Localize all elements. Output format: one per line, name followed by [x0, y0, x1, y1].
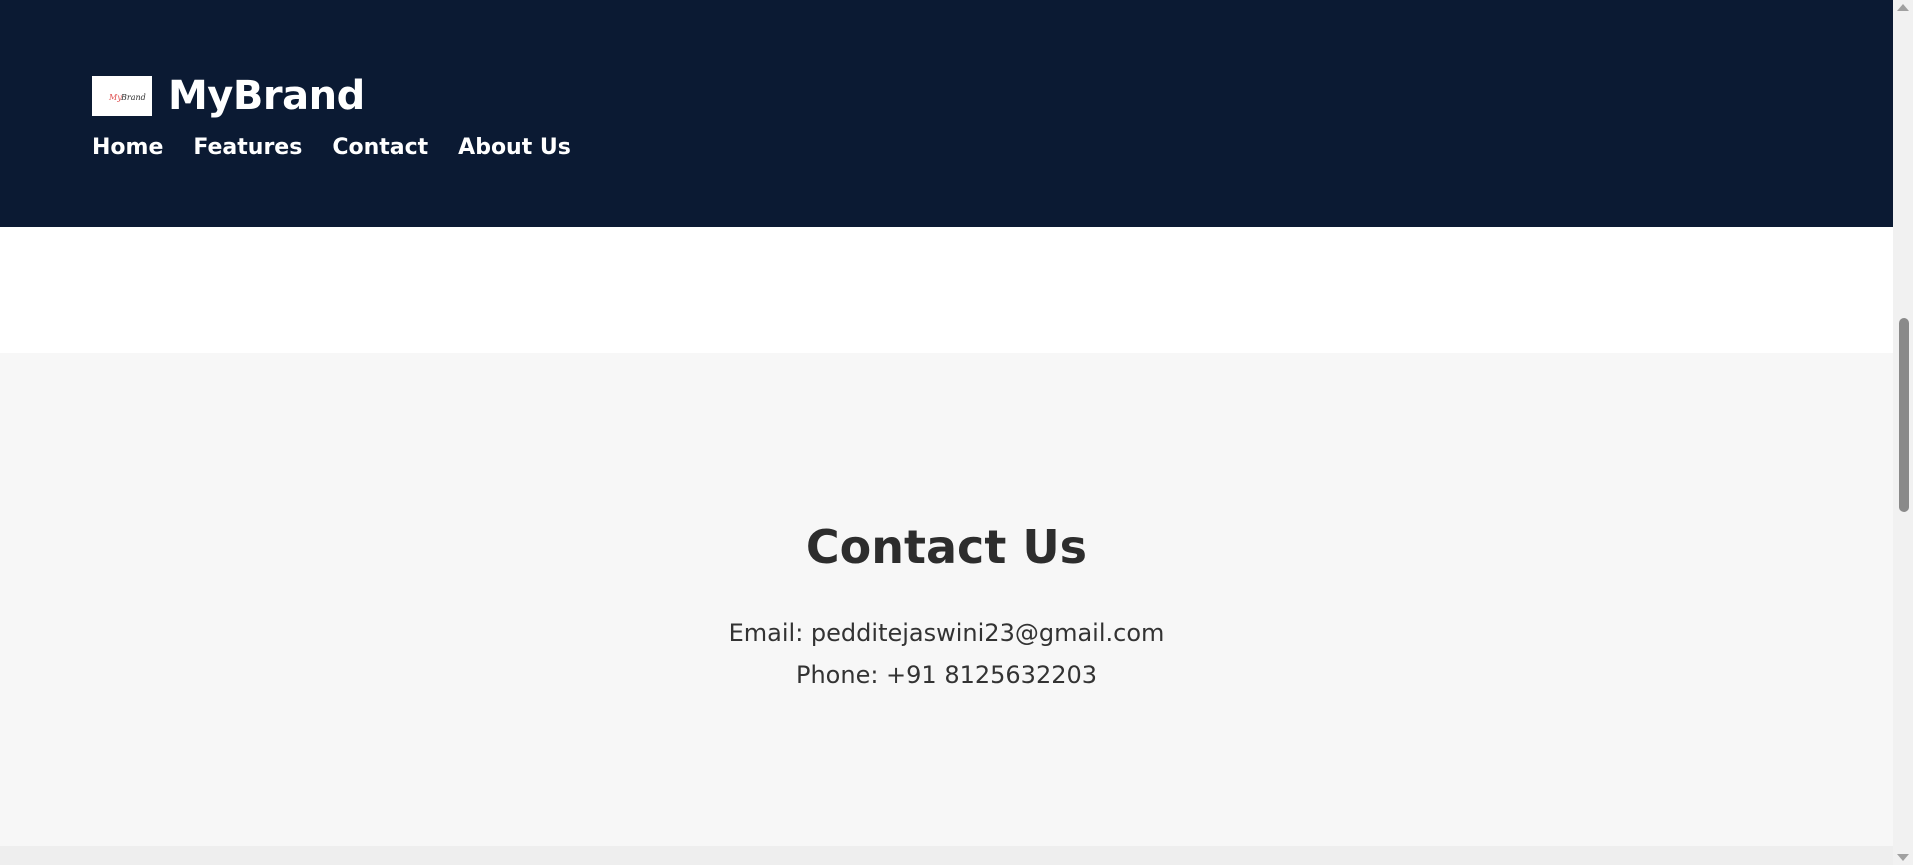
brand-name[interactable]: MyBrand	[168, 70, 365, 122]
brand[interactable]: My Brand MyBrand	[92, 70, 365, 122]
scroll-thumb[interactable]	[1899, 318, 1909, 512]
site-header: My Brand MyBrand Home Features Contact A…	[0, 0, 1893, 227]
nav-item-home[interactable]: Home	[92, 132, 163, 164]
contact-email: Email: pedditejaswini23@gmail.com	[728, 619, 1165, 647]
nav-item-about-us[interactable]: About Us	[458, 132, 571, 164]
scroll-down-arrow-icon[interactable]	[1897, 854, 1909, 861]
browser-viewport: My Brand MyBrand Home Features Contact A…	[0, 0, 1913, 865]
vertical-scrollbar[interactable]	[1893, 0, 1913, 865]
brand-logo-graphic: My Brand	[108, 93, 146, 102]
main-nav: Home Features Contact About Us	[92, 132, 601, 164]
svg-text:Brand: Brand	[120, 93, 146, 102]
scroll-up-arrow-icon[interactable]	[1897, 4, 1909, 11]
nav-item-contact[interactable]: Contact	[332, 132, 428, 164]
nav-item-features[interactable]: Features	[193, 132, 302, 164]
brand-logo-icon[interactable]: My Brand	[92, 76, 152, 116]
page: My Brand MyBrand Home Features Contact A…	[0, 0, 1893, 865]
next-section-edge	[0, 846, 1893, 865]
contact-phone: Phone: +91 8125632203	[795, 661, 1098, 689]
contact-title: Contact Us	[805, 520, 1088, 574]
contact-section: Contact Us Email: pedditejaswini23@gmail…	[0, 353, 1893, 846]
